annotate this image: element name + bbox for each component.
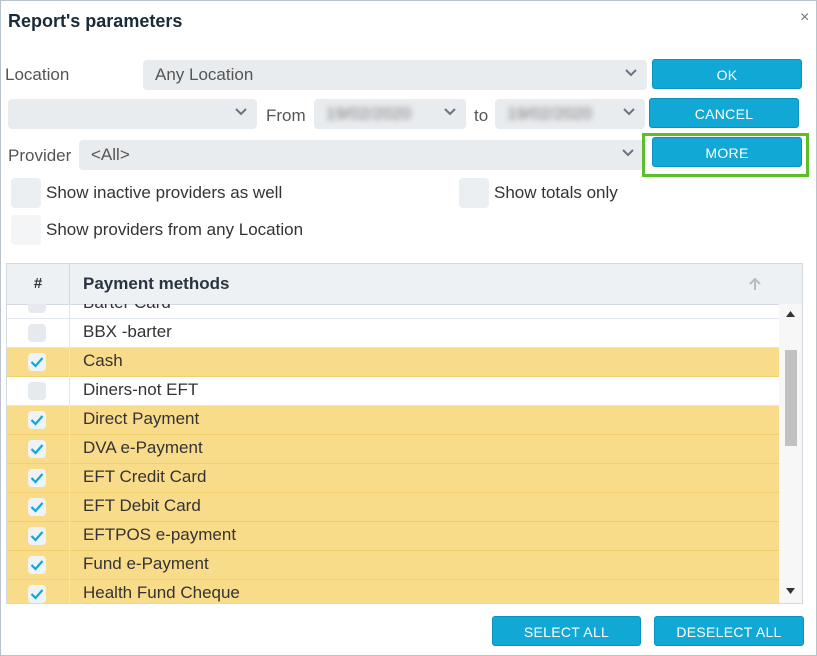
row-checkbox[interactable]: [28, 411, 46, 429]
grid-rows: Barter Card BBX -barter Cash Diners-not EFT…: [7, 304, 779, 603]
table-row[interactable]: BBX -barter: [7, 319, 779, 348]
row-checkbox[interactable]: [28, 498, 46, 516]
row-checkbox[interactable]: [28, 324, 46, 342]
sort-arrow-up-icon[interactable]: [747, 276, 763, 292]
column-divider: [69, 304, 70, 603]
checkmark-icon: [30, 531, 44, 542]
provider-value: <All>: [91, 145, 130, 164]
ok-button[interactable]: OK: [652, 59, 802, 89]
row-label: Barter Card: [83, 304, 171, 313]
from-date-select[interactable]: 19/02/2020: [314, 99, 466, 129]
location-select[interactable]: Any Location: [143, 60, 647, 90]
checkmark-icon: [30, 560, 44, 571]
from-date-value: 19/02/2020: [326, 104, 412, 123]
checkmark-icon: [30, 473, 44, 484]
totals-only-checkbox[interactable]: [459, 178, 489, 208]
vertical-scrollbar[interactable]: [779, 304, 802, 603]
provider-select[interactable]: <All>: [79, 140, 644, 170]
row-checkbox[interactable]: [28, 353, 46, 371]
row-label: Direct Payment: [83, 409, 200, 428]
table-row[interactable]: Direct Payment: [7, 406, 779, 435]
row-checkbox[interactable]: [28, 527, 46, 545]
scrollbar-thumb[interactable]: [785, 350, 797, 446]
row-checkbox[interactable]: [28, 304, 46, 313]
grid-header-payment-methods[interactable]: Payment methods: [83, 264, 229, 304]
table-row[interactable]: EFTPOS e-payment: [7, 522, 779, 551]
location-label: Location: [5, 65, 70, 84]
table-row[interactable]: Cash: [7, 348, 779, 377]
grid-header: # Payment methods: [7, 264, 802, 305]
row-label: Health Fund Cheque: [83, 583, 240, 602]
row-label: Cash: [83, 351, 123, 370]
to-label: to: [474, 106, 489, 125]
table-row[interactable]: Health Fund Cheque: [7, 580, 779, 603]
row-label: DVA e-Payment: [83, 438, 203, 457]
chevron-down-icon: [625, 69, 637, 77]
chevron-down-icon: [235, 108, 247, 116]
table-row[interactable]: DVA e-Payment: [7, 435, 779, 464]
checkmark-icon: [30, 589, 44, 600]
to-date-select[interactable]: 19/02/2020: [495, 99, 645, 129]
select-all-button[interactable]: SELECT ALL: [492, 616, 641, 646]
chevron-down-icon: [622, 149, 634, 157]
chevron-down-icon: [444, 108, 456, 116]
table-row[interactable]: Barter Card: [7, 304, 779, 319]
totals-only-label: Show totals only: [494, 183, 618, 202]
checkmark-icon: [30, 444, 44, 455]
provider-label: Provider: [8, 146, 72, 165]
to-date-value: 19/02/2020: [507, 104, 593, 123]
payment-methods-grid: # Payment methods Barter Card BBX -barter…: [6, 263, 803, 604]
checkmark-icon: [30, 415, 44, 426]
row-label: BBX -barter: [83, 322, 172, 341]
table-row[interactable]: EFT Credit Card: [7, 464, 779, 493]
row-label: EFT Credit Card: [83, 467, 207, 486]
table-row[interactable]: Fund e-Payment: [7, 551, 779, 580]
table-row[interactable]: Diners-not EFT: [7, 377, 779, 406]
any-location-label: Show providers from any Location: [46, 220, 304, 239]
inactive-providers-label: Show inactive providers as well: [46, 183, 283, 202]
more-button[interactable]: MORE: [652, 137, 802, 167]
inactive-providers-checkbox[interactable]: [11, 178, 41, 208]
table-row[interactable]: EFT Debit Card: [7, 493, 779, 522]
row-label: Fund e-Payment: [83, 554, 209, 573]
row-checkbox[interactable]: [28, 585, 46, 603]
location-value: Any Location: [155, 65, 254, 84]
scroll-up-icon[interactable]: [786, 311, 795, 317]
row-checkbox[interactable]: [28, 440, 46, 458]
row-checkbox[interactable]: [28, 556, 46, 574]
row-checkbox[interactable]: [28, 382, 46, 400]
checkmark-icon: [30, 502, 44, 513]
checkmark-icon: [30, 357, 44, 368]
scroll-down-icon[interactable]: [786, 588, 795, 594]
deselect-all-button[interactable]: DESELECT ALL: [654, 616, 804, 646]
cancel-button[interactable]: CANCEL: [649, 98, 799, 128]
from-label: From: [266, 106, 306, 125]
row-checkbox[interactable]: [28, 469, 46, 487]
report-parameters-dialog: Report's parameters × Location Any Locat…: [0, 0, 817, 656]
close-icon[interactable]: ×: [800, 9, 809, 27]
row-label: EFT Debit Card: [83, 496, 201, 515]
period-select[interactable]: [8, 99, 257, 129]
row-label: Diners-not EFT: [83, 380, 199, 399]
any-location-checkbox[interactable]: [11, 215, 41, 245]
grid-header-hash[interactable]: #: [7, 264, 70, 304]
row-label: EFTPOS e-payment: [83, 525, 237, 544]
chevron-down-icon: [623, 108, 635, 116]
dialog-title: Report's parameters: [8, 11, 183, 31]
